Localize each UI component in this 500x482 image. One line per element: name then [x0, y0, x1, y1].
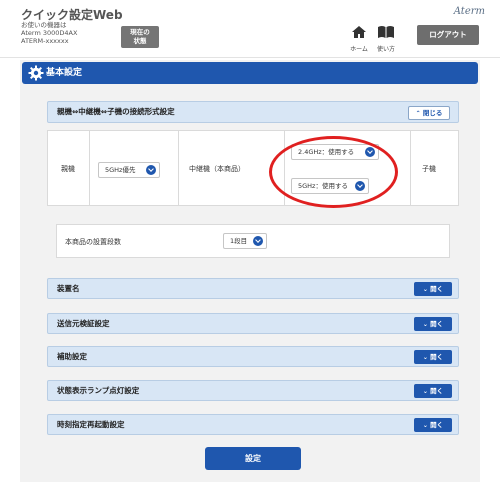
open-button-label: 開く	[430, 387, 444, 395]
device-id: ATERM-xxxxxx	[21, 37, 69, 45]
open-button[interactable]: ⌄ 開く	[414, 418, 452, 432]
home-icon	[352, 26, 366, 38]
chevron-down-icon: ⌄	[422, 321, 428, 328]
parent-label: 親機	[61, 165, 75, 173]
divider	[284, 131, 285, 205]
open-button[interactable]: ⌄ 開く	[414, 282, 452, 296]
current-status-button[interactable]: 現在の 状態	[121, 26, 159, 48]
device-label: お使いの機器は	[21, 21, 67, 29]
band-5ghz-select[interactable]: 5GHz：使用する	[291, 178, 369, 194]
home-button[interactable]: ホーム	[346, 24, 372, 53]
chevron-up-icon: ⌃	[415, 110, 421, 117]
chevron-down-icon: ⌄	[422, 422, 428, 429]
divider	[89, 131, 90, 205]
submit-button[interactable]: 設定	[205, 447, 301, 470]
section-scheduled-reboot[interactable]: 時刻指定再起動設定 ⌄ 開く	[47, 414, 459, 435]
connection-section-title: 親機⇔中継機⇔子機の接続形式設定	[57, 107, 175, 116]
device-model: Aterm 3000D4AX	[21, 29, 78, 37]
header: クイック設定Web お使いの機器は Aterm 3000D4AX ATERM-x…	[0, 0, 500, 58]
band-5ghz-value: 5GHz：使用する	[298, 182, 348, 190]
section-source-verification[interactable]: 送信元検証設定 ⌄ 開く	[47, 313, 459, 334]
page-title: 基本設定	[46, 68, 83, 78]
book-icon	[378, 26, 394, 38]
chevron-down-icon	[253, 236, 263, 246]
chevron-down-icon: ⌄	[422, 388, 428, 395]
band-24ghz-value: 2.4GHz：使用する	[298, 148, 355, 156]
open-button-label: 開く	[430, 285, 444, 293]
help-button[interactable]: 使い方	[373, 24, 399, 53]
repeater-label: 中継機（本商品）	[189, 165, 245, 173]
divider	[410, 131, 411, 205]
chevron-down-icon	[146, 165, 156, 175]
home-label: ホーム	[350, 46, 368, 53]
divider	[178, 131, 179, 205]
logout-button[interactable]: ログアウト	[417, 25, 479, 45]
brand-logo: Aterm	[453, 6, 485, 17]
chevron-down-icon	[365, 147, 375, 157]
open-button-label: 開く	[430, 320, 444, 328]
install-count-row: 本商品の設置段数 1段目	[56, 224, 450, 258]
parent-band-select[interactable]: 5GHz優先	[98, 162, 160, 178]
section-auxiliary[interactable]: 補助設定 ⌄ 開く	[47, 346, 459, 367]
page-title-bar: 基本設定	[22, 62, 478, 84]
open-button-label: 開く	[430, 353, 444, 361]
help-label: 使い方	[376, 46, 395, 53]
band-24ghz-select[interactable]: 2.4GHz：使用する	[291, 144, 379, 160]
parent-band-value: 5GHz優先	[105, 166, 136, 174]
section-status-lamp[interactable]: 状態表示ランプ点灯設定 ⌄ 開く	[47, 380, 459, 401]
child-label: 子機	[422, 165, 436, 173]
connection-section-header: 親機⇔中継機⇔子機の接続形式設定 ⌃ 閉じる	[47, 101, 459, 123]
open-button[interactable]: ⌄ 開く	[414, 317, 452, 331]
chevron-down-icon	[355, 181, 365, 191]
section-label: 状態表示ランプ点灯設定	[57, 386, 140, 395]
install-count-select[interactable]: 1段目	[223, 233, 267, 249]
section-label: 補助設定	[57, 352, 87, 361]
section-label: 送信元検証設定	[57, 319, 110, 328]
section-label: 装置名	[57, 284, 80, 293]
chevron-down-icon: ⌄	[422, 354, 428, 361]
section-label: 時刻指定再起動設定	[57, 420, 125, 429]
open-button[interactable]: ⌄ 開く	[414, 384, 452, 398]
section-device-name[interactable]: 装置名 ⌄ 開く	[47, 278, 459, 299]
chevron-down-icon: ⌄	[422, 286, 428, 293]
status-button-label: 現在の 状態	[130, 28, 150, 45]
gear-icon	[28, 65, 44, 81]
close-button[interactable]: ⌃ 閉じる	[408, 106, 450, 120]
open-button[interactable]: ⌄ 開く	[414, 350, 452, 364]
connection-table: 親機 5GHz優先 中継機（本商品） 2.4GHz：使用する 5GHz：使用する…	[47, 130, 459, 206]
close-button-label: 閉じる	[422, 109, 443, 117]
open-button-label: 開く	[430, 421, 444, 429]
install-count-label: 本商品の設置段数	[65, 238, 121, 246]
install-count-value: 1段目	[230, 237, 248, 245]
